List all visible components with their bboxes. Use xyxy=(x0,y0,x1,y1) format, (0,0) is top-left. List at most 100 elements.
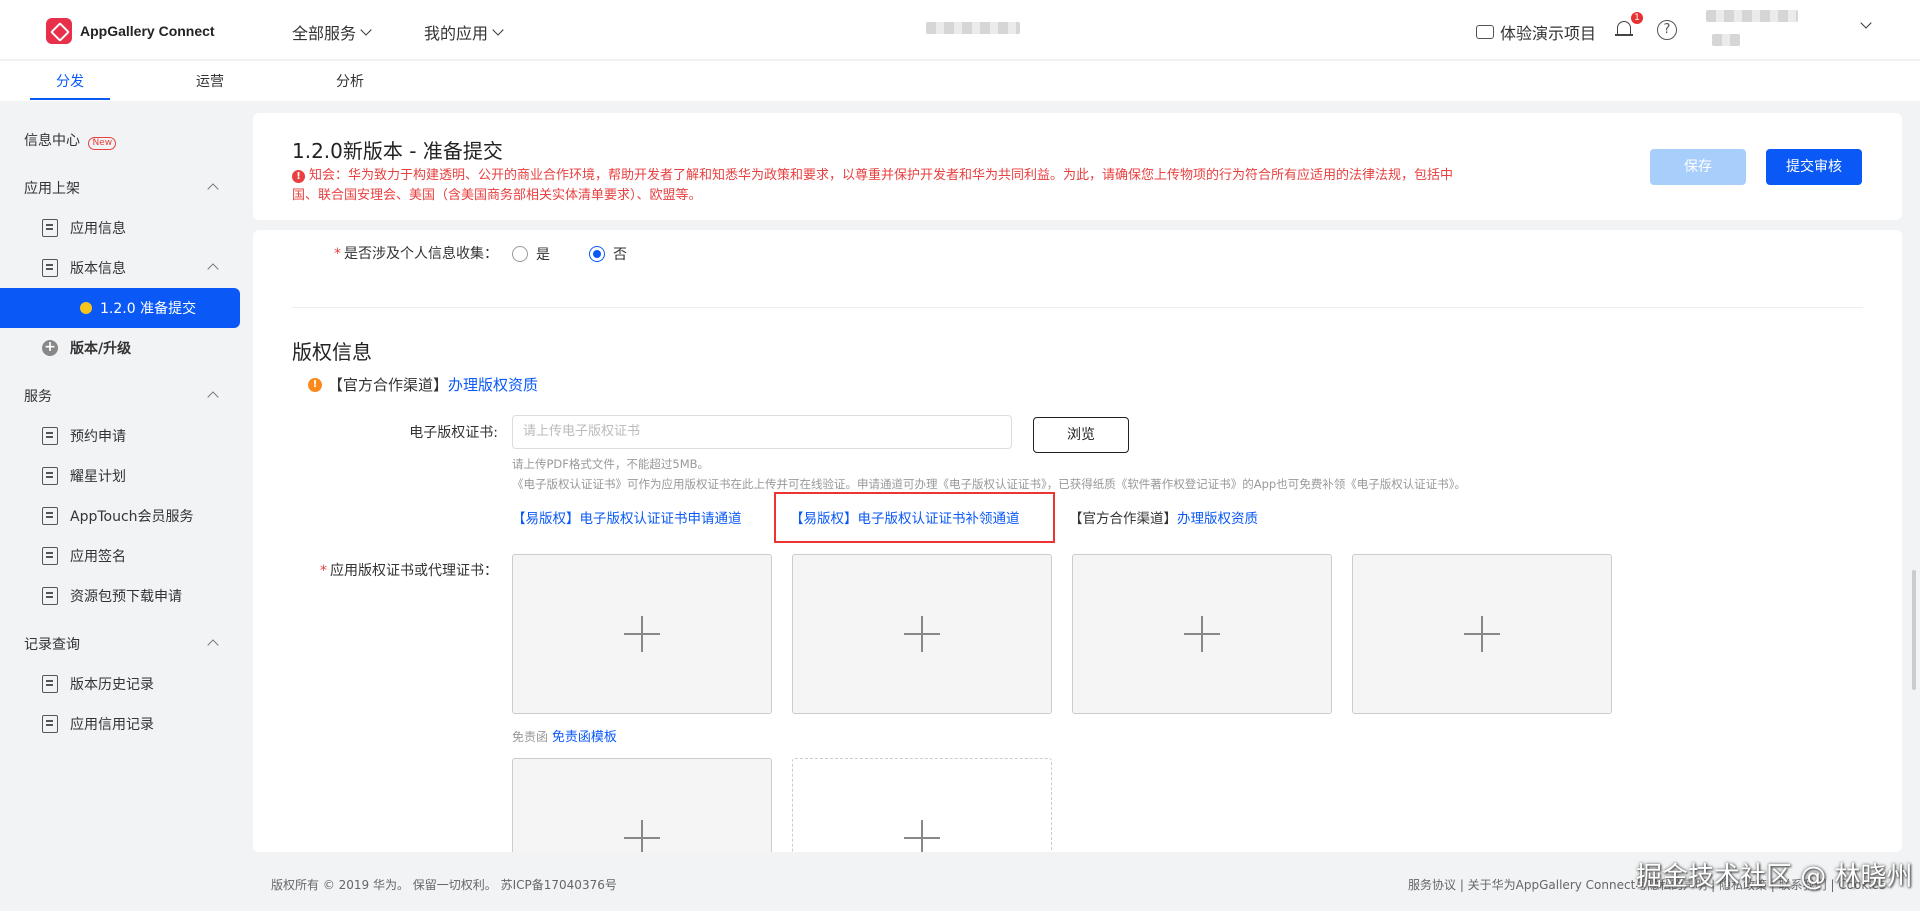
sidebar-item-app-signing[interactable]: 应用签名 xyxy=(42,546,126,566)
plus-icon xyxy=(1184,616,1220,652)
watermark: 掘金技术社区 @ 林晓州 xyxy=(1636,862,1913,892)
app-signing-icon xyxy=(42,547,58,565)
nav-all-services[interactable]: 全部服务 xyxy=(292,20,372,44)
nav-all-services-label: 全部服务 xyxy=(292,24,357,43)
notification-badge: 1 xyxy=(1631,12,1643,24)
app-selector-blurred[interactable] xyxy=(926,22,1020,34)
active-tab-indicator xyxy=(30,98,110,100)
credit-record-icon xyxy=(42,715,58,733)
page-scrollbar[interactable] xyxy=(1912,570,1916,690)
notice-text: 知会：华为致力于构建透明、公开的商业合作环境，帮助开发者了解和知悉华为政策和要求… xyxy=(292,168,1454,203)
collapse-icon[interactable] xyxy=(207,391,219,403)
radio-circle xyxy=(512,246,528,262)
ecert-reissue-channel-link[interactable]: 【易版权】电子版权认证证书补领通道 xyxy=(790,507,1020,527)
collapse-icon[interactable] xyxy=(207,183,219,195)
sidebar-item-star-plan[interactable]: 耀星计划 xyxy=(42,466,126,486)
ecert-label: 电子版权证书: xyxy=(409,425,498,441)
disclaimer-template-link[interactable]: 免责函模板 xyxy=(552,730,617,745)
upload-slot[interactable] xyxy=(1072,554,1332,714)
sidebar-section-app-listing[interactable]: 应用上架 xyxy=(24,178,80,198)
radio-yes-label: 是 xyxy=(536,247,550,263)
reservation-icon xyxy=(42,427,58,445)
notification-bell-icon[interactable] xyxy=(1615,19,1633,39)
sidebar-item-label: 耀星计划 xyxy=(70,469,126,485)
demo-icon xyxy=(1476,25,1494,39)
plus-icon xyxy=(624,820,660,852)
tab-analyze[interactable]: 分析 xyxy=(336,71,364,91)
chevron-down-icon xyxy=(492,23,504,36)
form-card: * 是否涉及个人信息收集： 是 否 版权信息 ! 【官方合作渠道】 办理版权资质 … xyxy=(253,230,1902,852)
radio-yes[interactable]: 是 xyxy=(512,244,550,264)
account-name-blurred[interactable] xyxy=(1706,10,1798,22)
upload-slot[interactable] xyxy=(512,554,772,714)
ecert-apply-channel-link[interactable]: 【易版权】电子版权认证证书申请通道 xyxy=(512,507,742,527)
warning-icon: ! xyxy=(308,377,322,392)
logo-text: AppGallery Connect xyxy=(80,23,215,39)
radio-no-label: 否 xyxy=(613,247,627,263)
personal-info-label: * 是否涉及个人信息收集： xyxy=(334,246,498,262)
sidebar-item-label: 应用信用记录 xyxy=(70,717,154,733)
sidebar-item-version-upgrade[interactable]: + 版本/升级 xyxy=(42,338,131,358)
official-channel-prefix: 【官方合作渠道】 xyxy=(1069,511,1177,527)
nav-my-apps-label: 我的应用 xyxy=(424,24,489,43)
app-logo[interactable]: AppGallery Connect xyxy=(46,18,215,44)
disclaimer-prefix: 免责函 xyxy=(512,730,549,744)
disclaimer-row: 免责函 免责函模板 xyxy=(512,726,617,745)
new-badge: New xyxy=(88,137,117,150)
account-chevron-down-icon[interactable] xyxy=(1860,17,1872,29)
submit-review-button[interactable]: 提交审核 xyxy=(1766,149,1862,185)
official-channel-row-2: 【官方合作渠道】办理版权资质 xyxy=(1069,507,1258,527)
chevron-down-icon xyxy=(360,23,372,36)
collapse-icon[interactable] xyxy=(207,263,219,275)
sidebar-item-label: 预约申请 xyxy=(70,429,126,445)
upload-slot[interactable] xyxy=(792,554,1052,714)
ecert-upload-input[interactable]: 请上传电子版权证书 xyxy=(512,415,1012,449)
browse-button[interactable]: 浏览 xyxy=(1033,417,1129,453)
plus-circle-icon: + xyxy=(42,340,58,356)
nav-my-apps[interactable]: 我的应用 xyxy=(424,20,504,44)
sidebar-item-app-info[interactable]: 应用信息 xyxy=(42,218,126,238)
official-channel-prefix: 【官方合作渠道】 xyxy=(328,376,449,394)
demo-project-button[interactable]: 体验演示项目 xyxy=(1476,20,1596,44)
upload-slot[interactable] xyxy=(1352,554,1612,714)
apptouch-icon xyxy=(42,507,58,525)
plus-icon xyxy=(904,616,940,652)
sidebar-item-credit-records[interactable]: 应用信用记录 xyxy=(42,714,154,734)
sidebar-item-active-version[interactable]: 1.2.0 准备提交 xyxy=(0,288,240,328)
sidebar-item-label: 资源包预下载申请 xyxy=(70,589,182,605)
sidebar-item-version-info[interactable]: 版本信息 xyxy=(42,258,126,278)
sidebar-section-records[interactable]: 记录查询 xyxy=(24,634,80,654)
sidebar-item-reservation[interactable]: 预约申请 xyxy=(42,426,126,446)
version-header-card: 1.2.0新版本 - 准备提交 ! 知会：华为致力于构建透明、公开的商业合作环境，… xyxy=(253,113,1902,220)
status-dot-icon xyxy=(80,302,92,314)
tab-distribute[interactable]: 分发 xyxy=(56,71,84,91)
save-button[interactable]: 保存 xyxy=(1650,149,1746,185)
account-id-blurred xyxy=(1712,34,1740,46)
file-format-hint: 请上传PDF格式文件，不能超过5MB。 xyxy=(512,457,710,471)
tab-operate[interactable]: 运营 xyxy=(196,71,224,91)
sub-tabs: 分发 运营 分析 xyxy=(0,61,1920,101)
sidebar-item-label: 版本信息 xyxy=(70,261,126,277)
sidebar-item-version-history[interactable]: 版本历史记录 xyxy=(42,674,154,694)
active-version-label: 1.2.0 准备提交 xyxy=(100,301,197,317)
sidebar-item-resource-download[interactable]: 资源包预下载申请 xyxy=(42,586,182,606)
ecert-explanation: 《电子版权认证证书》可作为应用版权证书在此上传并可在线验证。申请通道可办理《电子… xyxy=(512,477,1466,491)
star-plan-icon xyxy=(42,467,58,485)
sidebar-item-info-center[interactable]: 信息中心 New xyxy=(24,130,117,150)
page-title: 1.2.0新版本 - 准备提交 xyxy=(292,139,503,163)
official-channel-link[interactable]: 办理版权资质 xyxy=(448,374,538,395)
radio-no[interactable]: 否 xyxy=(589,244,627,264)
top-bar: AppGallery Connect 全部服务 我的应用 体验演示项目 1 ? xyxy=(0,0,1920,60)
history-icon xyxy=(42,675,58,693)
sidebar-item-label: 版本历史记录 xyxy=(70,677,154,693)
divider xyxy=(292,307,1863,308)
help-icon[interactable]: ? xyxy=(1657,20,1677,40)
collapse-icon[interactable] xyxy=(207,639,219,651)
sidebar-item-label: 版本/升级 xyxy=(70,341,132,357)
upload-slot[interactable] xyxy=(512,758,772,852)
sidebar-section-services[interactable]: 服务 xyxy=(24,386,52,406)
sidebar-item-apptouch[interactable]: AppTouch会员服务 xyxy=(42,506,194,526)
upload-slot-empty[interactable] xyxy=(792,758,1052,852)
appgallery-logo-icon xyxy=(46,18,72,44)
official-channel-link[interactable]: 办理版权资质 xyxy=(1177,511,1258,527)
